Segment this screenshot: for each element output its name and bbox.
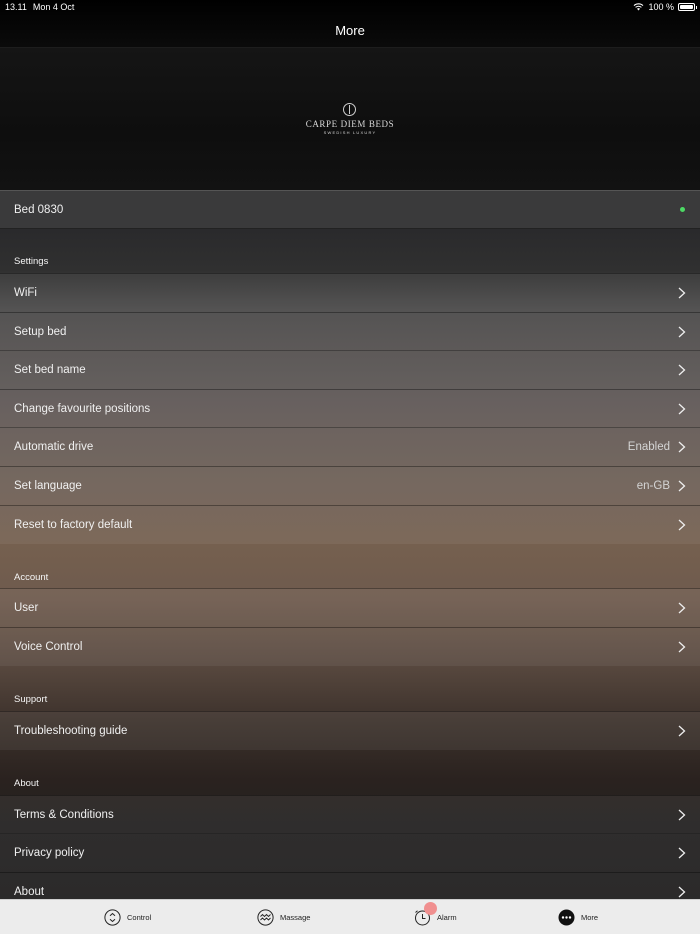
chevron-right-icon — [678, 809, 686, 821]
section-header-settings: Settings — [14, 256, 49, 267]
battery-percent: 100 % — [648, 2, 674, 12]
chevron-right-icon — [678, 480, 686, 492]
section-header-support: Support — [14, 694, 48, 705]
status-indicators: 100 % — [633, 2, 697, 12]
row-label: Voice Control — [14, 641, 83, 653]
status-date: Mon 4 Oct — [32, 2, 75, 12]
row-label: User — [14, 602, 39, 614]
battery-icon — [678, 3, 697, 11]
section-header-account: Account — [14, 572, 49, 583]
row-value: Enabled — [627, 441, 670, 453]
logo-tagline: SWEDISH LUXURY — [323, 130, 377, 135]
account-item-user[interactable]: User — [0, 588, 700, 627]
tab-label: Control — [127, 913, 152, 922]
page-title: More — [335, 23, 365, 38]
tab-alarm[interactable]: Alarm — [414, 900, 457, 934]
tab-label: More — [581, 913, 599, 922]
settings-item-favourite-positions[interactable]: Change favourite positions — [0, 389, 700, 428]
tab-massage[interactable]: Massage — [257, 900, 310, 934]
row-label: Change favourite positions — [14, 403, 151, 415]
connection-status-dot — [680, 207, 685, 212]
tab-more[interactable]: More — [558, 900, 598, 934]
alarm-notification-badge — [424, 902, 437, 915]
bed-row[interactable]: Bed 0830 — [0, 190, 700, 229]
row-label: About — [14, 886, 45, 898]
row-label: Setup bed — [14, 326, 67, 338]
row-value: en-GB — [636, 480, 670, 492]
row-label: WiFi — [14, 287, 37, 299]
tab-label: Massage — [280, 913, 311, 922]
row-label: Terms & Conditions — [14, 809, 114, 821]
navigation-bar: More — [0, 14, 700, 48]
row-label: Automatic drive — [14, 441, 94, 453]
settings-item-set-language[interactable]: Set language en-GB — [0, 466, 700, 505]
row-label: Privacy policy — [14, 847, 85, 859]
row-label: Reset to factory default — [14, 519, 133, 531]
wifi-icon — [634, 3, 644, 11]
chevron-right-icon — [678, 364, 686, 376]
status-bar: 13.11 Mon 4 Oct 100 % — [0, 0, 700, 14]
status-time: 13.11 — [5, 2, 27, 12]
chevron-right-icon — [678, 519, 686, 531]
chevron-right-icon — [678, 403, 686, 415]
chevron-right-icon — [678, 602, 686, 614]
chevron-right-icon — [678, 441, 686, 453]
tab-control[interactable]: Control — [104, 900, 151, 934]
support-item-troubleshooting[interactable]: Troubleshooting guide — [0, 711, 700, 750]
brand-logo: CARPE DIEM BEDS SWEDISH LUXURY — [306, 103, 395, 135]
chevron-right-icon — [678, 641, 686, 653]
logo-name: CARPE DIEM BEDS — [305, 119, 395, 129]
about-item-privacy[interactable]: Privacy policy — [0, 833, 700, 872]
chevron-right-icon — [678, 847, 686, 859]
bed-name: Bed 0830 — [14, 203, 64, 216]
chevron-right-icon — [678, 725, 686, 737]
settings-item-factory-reset[interactable]: Reset to factory default — [0, 505, 700, 544]
brand-header: CARPE DIEM BEDS SWEDISH LUXURY — [0, 48, 700, 190]
more-icon — [558, 909, 575, 926]
section-header-about: About — [14, 778, 39, 789]
tab-label: Alarm — [437, 913, 457, 922]
row-label: Set bed name — [14, 364, 86, 376]
logo-emblem-icon — [343, 103, 357, 116]
row-label: Set language — [14, 480, 82, 492]
chevron-right-icon — [678, 326, 686, 338]
massage-icon — [257, 909, 274, 926]
tab-bar: Control Massage Alarm More — [0, 899, 700, 934]
chevron-right-icon — [678, 886, 686, 898]
settings-item-setup-bed[interactable]: Setup bed — [0, 312, 700, 351]
settings-item-set-bed-name[interactable]: Set bed name — [0, 350, 700, 389]
settings-item-wifi[interactable]: WiFi — [0, 273, 700, 312]
about-item-terms[interactable]: Terms & Conditions — [0, 795, 700, 834]
account-item-voice-control[interactable]: Voice Control — [0, 627, 700, 666]
row-label: Troubleshooting guide — [14, 725, 128, 737]
control-icon — [104, 909, 121, 926]
app-screen: 13.11 Mon 4 Oct 100 % More CARPE DIEM BE… — [0, 0, 700, 934]
settings-item-automatic-drive[interactable]: Automatic drive Enabled — [0, 427, 700, 466]
chevron-right-icon — [678, 287, 686, 299]
